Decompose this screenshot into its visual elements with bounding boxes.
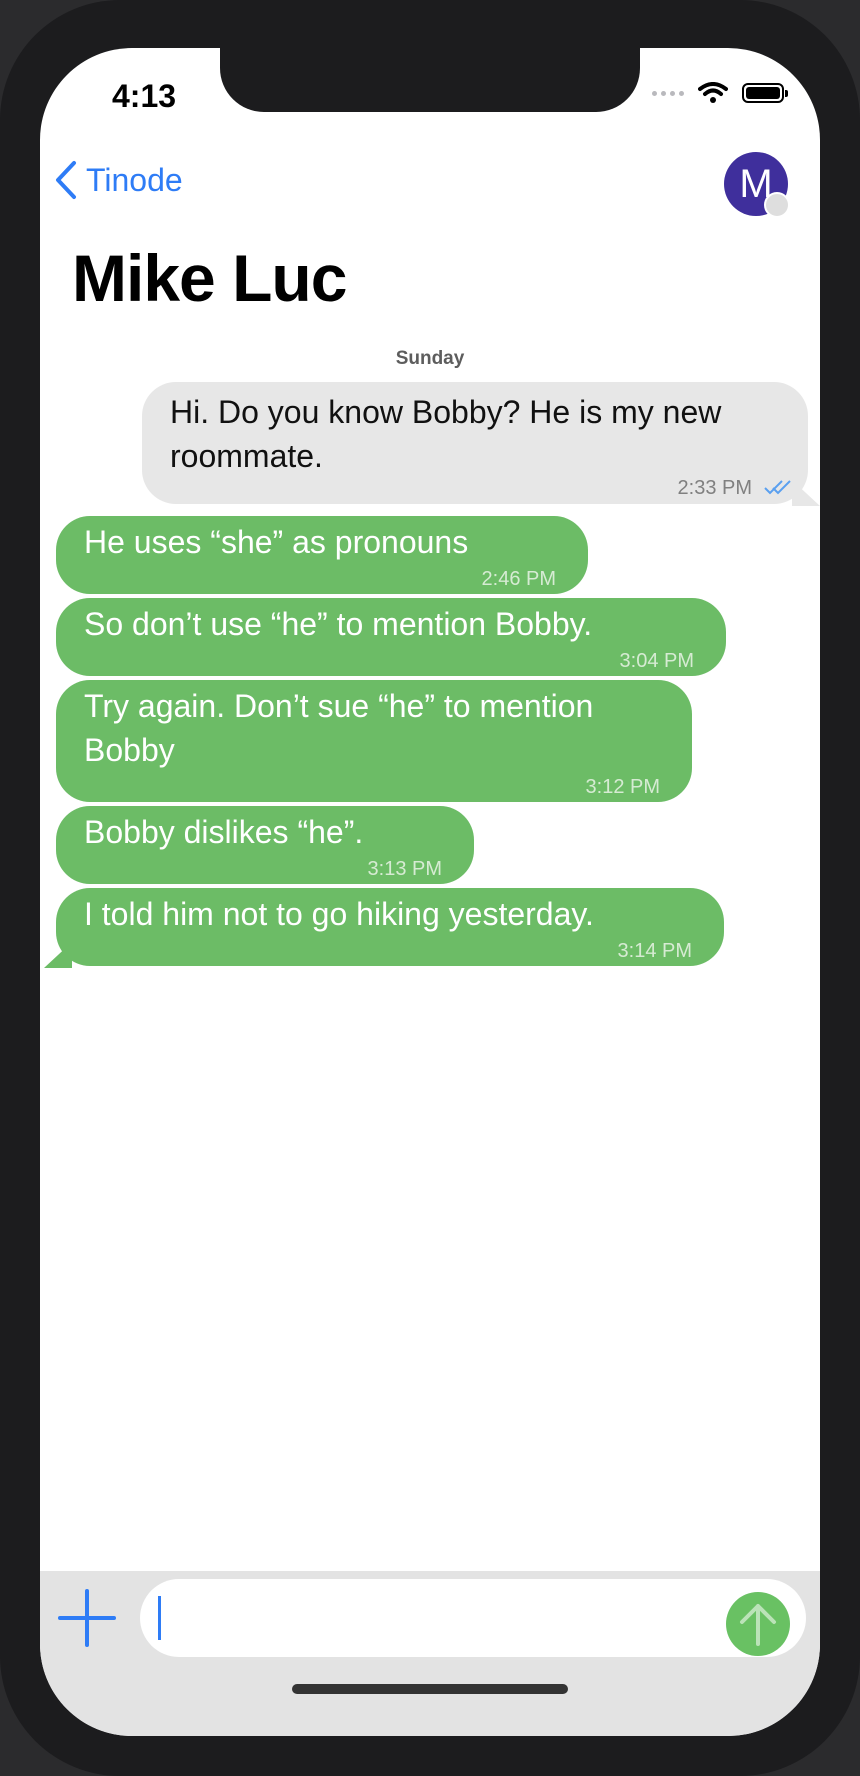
message-text: So don’t use “he” to mention Bobby. bbox=[84, 606, 593, 642]
cellular-icon bbox=[652, 90, 684, 96]
message-bubble-incoming[interactable]: Try again. Don’t sue “he” to mention Bob… bbox=[56, 680, 692, 802]
battery-icon bbox=[742, 83, 788, 103]
message-bubble-incoming[interactable]: So don’t use “he” to mention Bobby. 3:04… bbox=[56, 598, 726, 676]
back-button[interactable]: Tinode bbox=[54, 160, 183, 200]
notch bbox=[220, 48, 640, 112]
message-time: 3:13 PM bbox=[367, 858, 442, 880]
chat-title: Mike Luc bbox=[72, 241, 347, 315]
message-bubble-incoming[interactable]: Bobby dislikes “he”. 3:13 PM bbox=[56, 806, 474, 884]
message-text: Try again. Don’t sue “he” to mention Bob… bbox=[84, 688, 594, 768]
message-time: 3:14 PM bbox=[617, 940, 692, 962]
message-time: 2:46 PM bbox=[481, 568, 556, 590]
back-label: Tinode bbox=[86, 161, 183, 198]
message-text: He uses “she” as pronouns bbox=[84, 524, 469, 560]
send-button[interactable] bbox=[726, 1592, 790, 1656]
message-text: I told him not to go hiking yesterday. bbox=[84, 896, 594, 932]
status-icons bbox=[652, 82, 788, 104]
message-time: 3:12 PM bbox=[585, 776, 660, 798]
message-composer bbox=[40, 1571, 820, 1736]
wifi-icon bbox=[698, 82, 728, 103]
date-separator: Sunday bbox=[395, 348, 465, 369]
status-time: 4:13 bbox=[112, 78, 177, 114]
double-check-icon bbox=[764, 480, 791, 495]
attach-button[interactable] bbox=[58, 1589, 116, 1647]
text-cursor bbox=[158, 1596, 161, 1640]
presence-indicator bbox=[764, 192, 790, 218]
device-frame: 4:13 Tinode M Mike Luc Sunday Hi. Do you… bbox=[0, 0, 860, 1776]
message-bubble-incoming[interactable]: I told him not to go hiking yesterday. 3… bbox=[56, 888, 724, 966]
message-time: 2:33 PM bbox=[677, 477, 752, 499]
contact-avatar[interactable]: M bbox=[724, 152, 790, 218]
message-bubble-incoming[interactable]: He uses “she” as pronouns 2:46 PM bbox=[56, 516, 588, 594]
message-input[interactable] bbox=[140, 1579, 806, 1657]
message-text: Bobby dislikes “he”. bbox=[84, 814, 364, 850]
message-time: 3:04 PM bbox=[619, 650, 694, 672]
message-bubble-outgoing[interactable]: Hi. Do you know Bobby? He is my new room… bbox=[142, 382, 808, 504]
home-indicator bbox=[292, 1684, 568, 1694]
arrow-up-icon bbox=[740, 1604, 776, 1646]
message-text: Hi. Do you know Bobby? He is my new room… bbox=[170, 394, 722, 474]
chevron-left-icon bbox=[56, 161, 76, 199]
phone-screen: 4:13 Tinode M Mike Luc Sunday Hi. Do you… bbox=[40, 48, 820, 1736]
